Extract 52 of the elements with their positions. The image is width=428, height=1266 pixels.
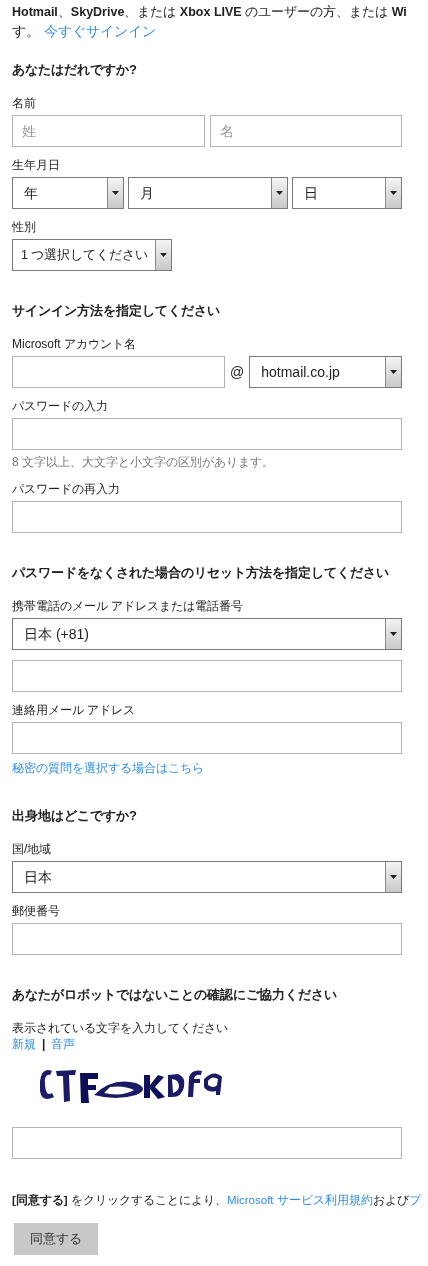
text-field[interactable]: 名 [209,115,402,147]
dropdown[interactable]: 月 [128,177,288,209]
secret-question-link[interactable]: 秘密の質問を選択する場合はこちら [12,760,204,776]
caret-icon [390,632,397,636]
separator: | [42,1036,46,1053]
field-label: 連絡用メール アドレス [12,702,136,718]
intro-text: す。 [12,23,40,41]
caret-icon [160,253,167,257]
audio-captcha-link[interactable]: 音声 [51,1036,76,1053]
field-label: 携帯電話のメール アドレスまたは電話番号 [12,598,244,614]
terms-text: [同意する] をクリックすることにより、Microsoft サービス利用規約およびプ [12,1193,421,1209]
agree-button[interactable]: 同意する [14,1223,98,1255]
text-field[interactable] [12,660,402,692]
text-field[interactable]: 姓 [12,115,205,147]
caret-icon [390,191,397,195]
dropdown[interactable]: 日本 (+81) [12,618,402,650]
text-field[interactable] [12,923,402,955]
caret-icon [276,191,283,195]
section-heading: あなたがロボットではないことの確認にご協力ください [12,986,337,1004]
caret-icon [112,191,119,195]
intro-text: Hotmail、SkyDrive、または Xbox LIVE のユーザーの方、または Wi [12,4,407,21]
instruction-text: 表示されている文字を入力してください [12,1020,228,1036]
field-label: Microsoft アカウント名 [12,336,136,352]
section-heading: 出身地はどこですか? [12,807,137,825]
dropdown[interactable]: 1 つ選択してください [12,239,172,271]
section-heading: あなたはだれですか? [12,61,137,79]
at-sign: @ [230,362,245,382]
dropdown[interactable]: 年 [12,177,124,209]
dropdown[interactable]: 日本 [12,861,402,893]
field-label: 名前 [12,95,36,111]
text-field[interactable] [12,501,402,533]
text-field[interactable] [12,1127,402,1159]
new-captcha-link[interactable]: 新規 [12,1036,36,1053]
terms-link[interactable]: Microsoft サービス利用規約 [226,1194,373,1206]
field-label: 生年月日 [12,157,60,173]
field-label: 性別 [12,219,36,235]
dropdown[interactable]: 日 [292,177,402,209]
text-field[interactable] [12,722,402,754]
section-heading: パスワードをなくされた場合のリセット方法を指定してください [12,564,389,582]
text-field[interactable] [12,418,402,450]
sign-in-link[interactable]: 今すぐサインイン [44,22,156,41]
field-label: 国/地域 [12,841,52,857]
text-field[interactable] [12,356,225,388]
hint-text: 8 文字以上、大文字と小文字の区別があります。 [12,455,274,470]
caret-icon [390,370,397,374]
caret-icon [390,875,397,879]
field-label: パスワードの再入力 [12,481,120,497]
privacy-link[interactable]: プ [408,1194,421,1206]
field-label: パスワードの入力 [12,398,108,414]
field-label: 郵便番号 [12,903,60,919]
section-heading: サインイン方法を指定してください [12,302,220,320]
dropdown[interactable]: hotmail.co.jp [249,356,402,388]
